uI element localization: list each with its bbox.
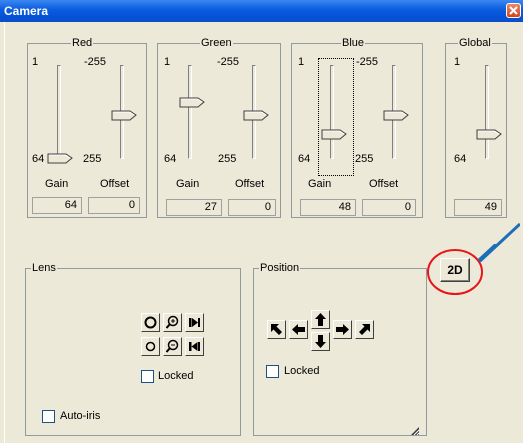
- blue-group-title: Blue: [341, 37, 366, 49]
- red-gain-slider-thumb[interactable]: [47, 153, 73, 164]
- blue-gain-slider-thumb[interactable]: [321, 129, 347, 140]
- red-offset-slider-thumb[interactable]: [111, 110, 137, 121]
- green-gain-max: 1: [164, 56, 171, 68]
- red-group: [27, 43, 147, 218]
- blue-gain-track[interactable]: [330, 65, 334, 159]
- global-group-title: Global: [458, 37, 492, 49]
- close-icon: [509, 6, 518, 15]
- window-title: Camera: [4, 4, 49, 18]
- move-down-button[interactable]: [311, 332, 330, 351]
- zoom-in-icon: [165, 315, 179, 329]
- move-up-button[interactable]: [311, 310, 330, 329]
- red-gain-track[interactable]: [57, 65, 61, 159]
- red-gain-min: 64: [32, 153, 45, 165]
- auto-iris-checkbox[interactable]: [42, 410, 55, 423]
- red-offset-min: -255: [84, 56, 107, 68]
- zoom-out-icon: [165, 339, 179, 353]
- green-gain-value[interactable]: 27: [166, 199, 222, 216]
- global-gain-min: 64: [454, 153, 467, 165]
- global-gain-max: 1: [454, 56, 461, 68]
- camera-window: Camera Red 1 -255 64 255 Gain Offset 64 …: [0, 0, 523, 443]
- global-gain-track[interactable]: [485, 65, 489, 159]
- green-group-title: Green: [200, 37, 233, 49]
- iris-open-button[interactable]: [141, 313, 160, 332]
- green-offset-max: 255: [218, 153, 237, 165]
- green-offset-min: -255: [217, 56, 240, 68]
- red-offset-value[interactable]: 0: [88, 197, 140, 214]
- blue-gain-value[interactable]: 48: [300, 199, 356, 216]
- red-gain-max: 1: [32, 56, 39, 68]
- annotation-circle: [427, 249, 483, 295]
- green-offset-value[interactable]: 0: [228, 199, 276, 216]
- green-gain-min: 64: [164, 153, 177, 165]
- green-offset-label: Offset: [235, 178, 265, 190]
- green-gain-track[interactable]: [188, 65, 192, 159]
- annotation-pointer: [479, 222, 520, 262]
- blue-group: [291, 43, 423, 218]
- arrow-down-icon: [315, 335, 326, 348]
- red-offset-label: Offset: [100, 178, 130, 190]
- focus-near-button[interactable]: [185, 337, 204, 356]
- lens-group: [25, 268, 241, 436]
- global-gain-slider-thumb[interactable]: [476, 129, 502, 140]
- blue-offset-max: 255: [355, 153, 374, 165]
- blue-gain-max: 1: [298, 56, 305, 68]
- blue-gain-label: Gain: [308, 178, 332, 190]
- auto-iris-label: Auto-iris: [60, 410, 101, 422]
- focus-near-icon: [189, 342, 200, 351]
- red-offset-max: 255: [83, 153, 102, 165]
- lens-group-title: Lens: [31, 262, 57, 274]
- arrow-left-icon: [292, 324, 305, 335]
- close-button[interactable]: [506, 3, 521, 18]
- focus-far-icon: [189, 318, 200, 327]
- title-bar[interactable]: Camera: [0, 0, 523, 22]
- arrow-up-right-icon: [359, 324, 370, 335]
- blue-offset-label: Offset: [369, 178, 399, 190]
- position-group: [253, 268, 427, 436]
- iris-open-icon: [144, 316, 157, 329]
- focus-far-button[interactable]: [185, 313, 204, 332]
- move-left-button[interactable]: [289, 320, 308, 339]
- blue-gain-min: 64: [298, 153, 311, 165]
- green-gain-slider-thumb[interactable]: [179, 97, 205, 108]
- red-gain-label: Gain: [45, 178, 69, 190]
- blue-offset-slider-thumb[interactable]: [383, 110, 409, 121]
- arrow-up-icon: [315, 313, 326, 326]
- lens-locked-label: Locked: [158, 370, 194, 382]
- arrow-right-icon: [336, 324, 349, 335]
- zoom-out-button[interactable]: [163, 337, 182, 356]
- red-gain-value[interactable]: 64: [32, 197, 82, 214]
- green-offset-slider-thumb[interactable]: [243, 110, 269, 121]
- resize-grip-icon[interactable]: [410, 426, 420, 436]
- client-area: Red 1 -255 64 255 Gain Offset 64 0 Green…: [4, 22, 520, 443]
- move-up-left-button[interactable]: [267, 320, 286, 339]
- position-group-title: Position: [259, 262, 301, 274]
- move-right-button[interactable]: [333, 320, 352, 339]
- position-locked-label: Locked: [284, 365, 320, 377]
- move-up-right-button[interactable]: [355, 320, 374, 339]
- green-gain-label: Gain: [176, 178, 200, 190]
- lens-locked-checkbox[interactable]: [141, 370, 154, 383]
- blue-gain-focus-rect: [318, 58, 354, 176]
- position-locked-checkbox[interactable]: [266, 365, 279, 378]
- iris-close-button[interactable]: [141, 337, 160, 356]
- zoom-in-button[interactable]: [163, 313, 182, 332]
- iris-close-icon: [145, 341, 156, 352]
- blue-offset-min: -255: [356, 56, 379, 68]
- green-group: [157, 43, 281, 218]
- blue-offset-value[interactable]: 0: [362, 199, 416, 216]
- arrow-up-left-icon: [271, 324, 282, 335]
- red-group-title: Red: [71, 37, 94, 49]
